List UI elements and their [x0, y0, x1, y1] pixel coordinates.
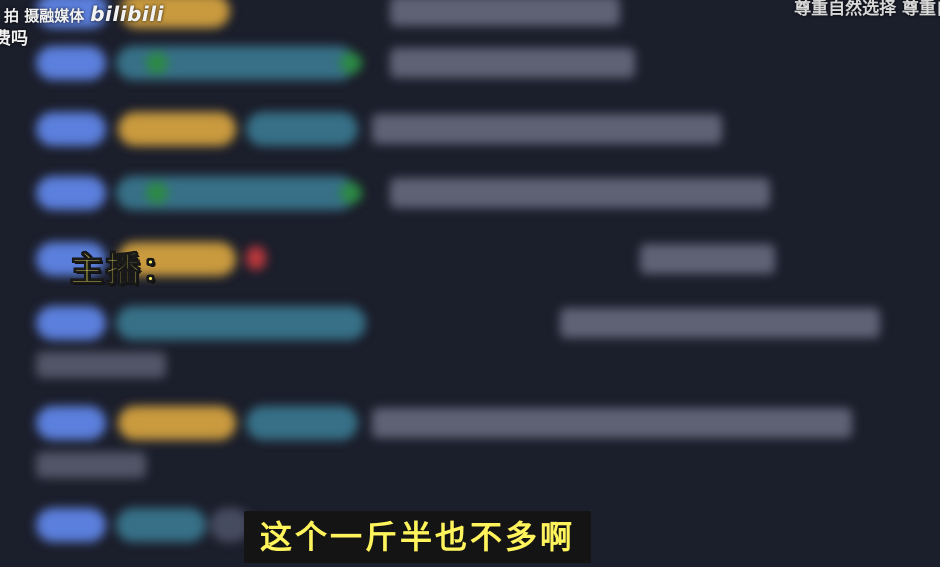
cropped-caption-fragment: 费吗: [0, 29, 28, 49]
subtitle-caption: 这个一斤半也不多啊: [244, 511, 592, 563]
video-frame: 拍 摄融媒体 bilibili 费吗 尊重自然选择 尊重自然 主播： 这个一斤半也…: [0, 0, 940, 567]
bilibili-logo: bilibili: [90, 2, 164, 26]
speaker-label: 主播：: [70, 250, 178, 291]
channel-name: 拍 摄融媒体: [4, 7, 85, 25]
top-right-watermark: 尊重自然选择 尊重自然: [794, 0, 940, 19]
channel-watermark: 拍 摄融媒体 bilibili: [4, 2, 164, 26]
chat-row: [0, 40, 940, 100]
chat-row: [0, 106, 940, 166]
audio-waveform-icon: [252, 171, 648, 355]
chat-row: [0, 400, 940, 478]
